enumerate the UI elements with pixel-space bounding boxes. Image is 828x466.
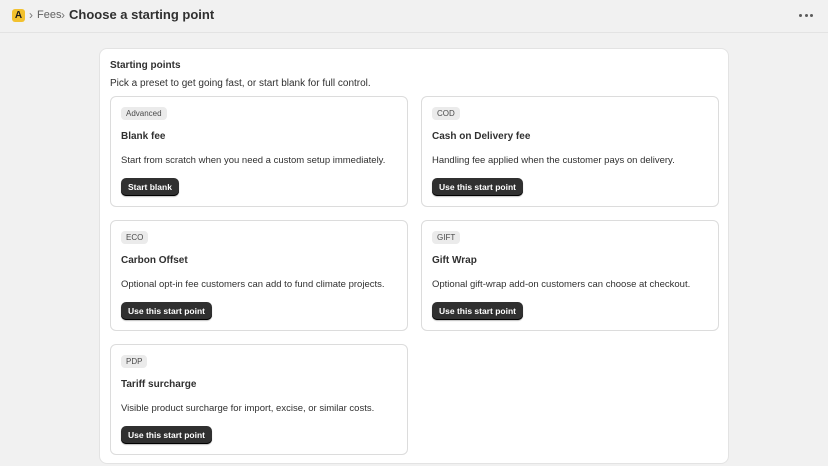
card-carbon-offset: ECO Carbon Offset Optional opt-in fee cu… (110, 220, 408, 331)
card-badge: ECO (121, 231, 149, 244)
card-description: Visible product surcharge for import, ex… (121, 403, 375, 414)
card-blank-fee: Advanced Blank fee Start from scratch wh… (110, 96, 408, 207)
page-title: Choose a starting point (69, 7, 215, 22)
use-start-point-button[interactable]: Use this start point (121, 426, 212, 444)
panel-subtitle: Pick a preset to get going fast, or star… (110, 78, 371, 89)
ellipsis-dot-icon (799, 13, 802, 17)
use-start-point-button[interactable]: Use this start point (432, 178, 523, 196)
panel-title: Starting points (110, 60, 181, 71)
card-badge: GIFT (432, 231, 461, 244)
card-title: Gift Wrap (432, 255, 477, 266)
app-logo-icon[interactable]: A (12, 9, 25, 22)
card-gift-wrap: GIFT Gift Wrap Optional gift-wrap add-on… (421, 220, 719, 331)
breadcrumb-fees-link[interactable]: Fees (37, 9, 61, 21)
card-title: Carbon Offset (121, 255, 188, 266)
card-title: Cash on Delivery fee (432, 131, 531, 142)
header-divider (0, 32, 828, 33)
breadcrumb-chevron-icon: › (61, 8, 65, 22)
use-start-point-button[interactable]: Use this start point (432, 302, 523, 320)
card-badge: Advanced (121, 107, 167, 120)
card-badge: COD (432, 107, 460, 120)
more-actions-button[interactable] (799, 9, 813, 21)
card-tariff-surcharge: PDP Tariff surcharge Visible product sur… (110, 344, 408, 455)
card-badge: PDP (121, 355, 148, 368)
card-description: Start from scratch when you need a custo… (121, 155, 386, 166)
ellipsis-dot-icon (804, 13, 808, 17)
card-cash-on-delivery: COD Cash on Delivery fee Handling fee ap… (421, 96, 719, 207)
card-description: Optional gift-wrap add-on customers can … (432, 279, 691, 290)
card-description: Optional opt-in fee customers can add to… (121, 279, 385, 290)
top-bar: A › Fees › Choose a starting point (0, 0, 828, 32)
ellipsis-dot-icon (810, 13, 813, 17)
breadcrumb-chevron-icon: › (29, 8, 33, 22)
card-title: Blank fee (121, 131, 166, 142)
starting-points-panel: Starting points Pick a preset to get goi… (99, 48, 729, 464)
start-blank-button[interactable]: Start blank (121, 178, 179, 196)
use-start-point-button[interactable]: Use this start point (121, 302, 212, 320)
card-description: Handling fee applied when the customer p… (432, 155, 675, 166)
card-title: Tariff surcharge (121, 379, 197, 390)
